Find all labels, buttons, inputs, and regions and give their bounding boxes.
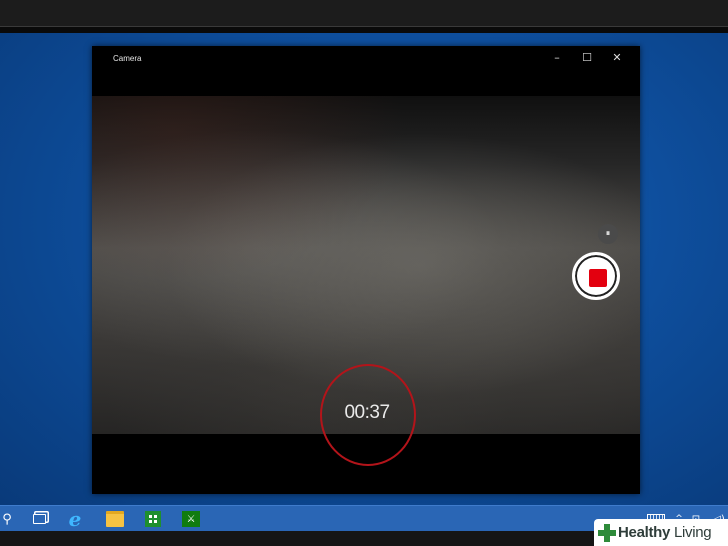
task-view-icon[interactable] — [30, 506, 48, 532]
maximize-button[interactable]: ☐ — [576, 50, 598, 66]
store-icon[interactable] — [142, 506, 164, 532]
xbox-icon[interactable]: ⚔ — [180, 506, 202, 532]
app-title: Camera — [113, 54, 142, 63]
pause-recording-button[interactable]: ⏸ — [598, 224, 618, 244]
monitor-bezel-top — [0, 0, 728, 27]
watermark-text: Healthy Living — [618, 524, 712, 541]
close-button[interactable]: ✕ — [606, 50, 628, 66]
minimize-button[interactable]: – — [546, 50, 568, 66]
stop-icon — [589, 269, 607, 287]
edge-icon[interactable]: e — [64, 506, 86, 532]
file-explorer-icon[interactable] — [104, 506, 126, 532]
cross-icon — [598, 523, 616, 542]
search-icon[interactable]: ⚲ — [0, 506, 14, 532]
camera-viewfinder — [92, 96, 640, 434]
recording-timer: 00:37 — [344, 402, 390, 423]
title-bar[interactable]: Camera – ☐ ✕ — [92, 46, 640, 96]
stop-recording-button[interactable] — [572, 252, 620, 300]
camera-app-window: Camera – ☐ ✕ ⏸ 00:37 — [92, 46, 640, 494]
camera-bottom-bar — [92, 434, 640, 494]
watermark-logo: Healthy Living — [594, 519, 728, 546]
